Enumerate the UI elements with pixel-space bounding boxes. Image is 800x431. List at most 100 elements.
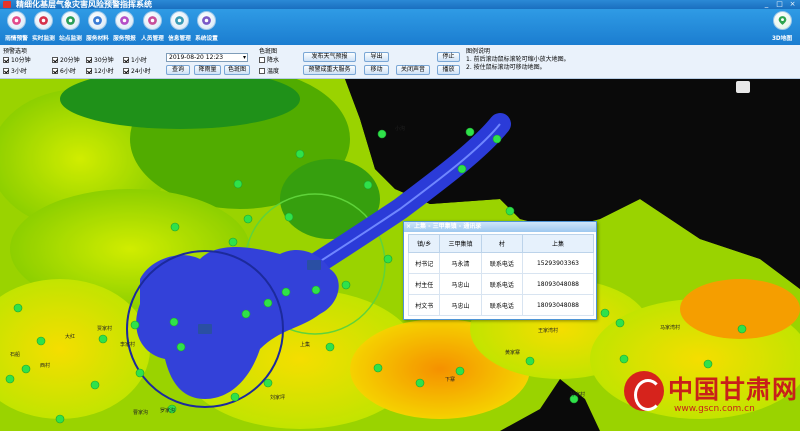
- title-bar: 精细化基层气象灾害风险预警指挥系统 _ □ ×: [0, 0, 800, 9]
- document-icon: [88, 11, 107, 30]
- minimize-button[interactable]: _: [761, 0, 772, 8]
- checkbox-box: [86, 67, 92, 74]
- interval-checkbox[interactable]: 1小时: [123, 55, 147, 64]
- maximize-button[interactable]: □: [774, 0, 785, 8]
- village-point[interactable]: [170, 222, 180, 232]
- map-toggle-button[interactable]: [736, 81, 750, 93]
- interval-checkbox[interactable]: 12小时: [86, 66, 114, 75]
- village-point[interactable]: [230, 392, 240, 402]
- export-button[interactable]: 导出: [364, 52, 389, 62]
- village-point[interactable]: [737, 324, 747, 334]
- village-point[interactable]: [13, 303, 23, 313]
- village-point[interactable]: [228, 237, 238, 247]
- interval-checkbox[interactable]: 20分钟: [52, 55, 80, 64]
- village-point[interactable]: [5, 374, 15, 384]
- village-point[interactable]: [176, 342, 186, 352]
- publish-forecast-button[interactable]: 发布天气预报: [303, 52, 356, 62]
- village-point[interactable]: [619, 354, 629, 364]
- village-point[interactable]: [284, 212, 294, 222]
- village-point[interactable]: [36, 336, 46, 346]
- nav-item-station[interactable]: 站点监测: [57, 11, 84, 44]
- watermark-url: www.gscn.com.cn: [674, 404, 755, 414]
- interval-checkbox[interactable]: 10分钟: [3, 55, 31, 64]
- station-marker[interactable]: [307, 260, 321, 270]
- village-point[interactable]: [383, 254, 393, 264]
- nav-item-rain[interactable]: 雨情预警: [3, 11, 30, 44]
- village-point[interactable]: [281, 287, 291, 297]
- village-point[interactable]: [169, 317, 179, 327]
- forecast-icon: [115, 11, 134, 30]
- nav-item-gear[interactable]: 系统设置: [193, 11, 220, 44]
- village-point[interactable]: [505, 206, 515, 216]
- main-nav: 雨情预警 实时监测 站点监测 服务材料 服务预报 人员管理 信息管理 系统设置 3D地图: [0, 9, 800, 45]
- village-point[interactable]: [325, 342, 335, 352]
- rain-icon: [7, 11, 26, 30]
- village-point[interactable]: [295, 149, 305, 159]
- layer-temp-checkbox[interactable]: 温度: [259, 66, 279, 75]
- town-label: 罗家沟: [160, 408, 176, 414]
- watermark-title: 中国甘肃网: [668, 375, 799, 404]
- village-point[interactable]: [457, 164, 467, 174]
- layer-precip-checkbox[interactable]: 降水: [259, 55, 279, 64]
- village-point[interactable]: [263, 378, 273, 388]
- nav-item-3d-map[interactable]: 3D地图: [767, 11, 797, 44]
- close-window-button[interactable]: ×: [787, 0, 798, 8]
- datetime-input[interactable]: 2019-08-20 12:23 ▾: [166, 53, 248, 62]
- nav-item-people[interactable]: 人员管理: [139, 11, 166, 44]
- nav-item-monitor[interactable]: 实时监测: [30, 11, 57, 44]
- village-point[interactable]: [525, 356, 535, 366]
- village-point[interactable]: [341, 280, 351, 290]
- interval-checkbox[interactable]: 3小时: [3, 66, 27, 75]
- village-point[interactable]: [465, 127, 475, 137]
- station-marker[interactable]: [198, 324, 212, 334]
- village-point[interactable]: [21, 364, 31, 374]
- nav-item-document[interactable]: 服务材料: [84, 11, 111, 44]
- village-point[interactable]: [130, 320, 140, 330]
- village-point[interactable]: [243, 214, 253, 224]
- interval-checkbox[interactable]: 6小时: [52, 66, 76, 75]
- village-point[interactable]: [311, 285, 321, 295]
- nav-item-forecast[interactable]: 服务预报: [111, 11, 138, 44]
- checkbox-box: [52, 67, 58, 74]
- contact-table: 镇/乡 三甲集镇 村 上集 村书记 马永清 联系电话 15293903363 村…: [407, 234, 595, 316]
- monitor-icon: [34, 11, 53, 30]
- village-point[interactable]: [615, 318, 625, 328]
- village-point[interactable]: [241, 309, 251, 319]
- stop-button[interactable]: 停止: [437, 52, 460, 62]
- close-sound-button[interactable]: 关闭声音: [396, 65, 430, 75]
- village-point[interactable]: [55, 414, 65, 424]
- legend-line: 1. 前后滚动鼠标滚轮可缩小放大地图。: [466, 56, 570, 63]
- village-point[interactable]: [363, 180, 373, 190]
- color-map-button[interactable]: 色斑图: [224, 65, 250, 75]
- village-point[interactable]: [135, 368, 145, 378]
- move-button[interactable]: 移动: [364, 65, 389, 75]
- village-point[interactable]: [263, 298, 273, 308]
- town-label: 马家湾村: [660, 325, 681, 331]
- rainfall-button[interactable]: 降雨量: [194, 65, 221, 75]
- town-label: 刘家坪: [270, 395, 286, 401]
- watermark-logo-icon: [624, 371, 664, 411]
- village-point[interactable]: [455, 366, 465, 376]
- station-icon: [61, 11, 80, 30]
- legend: 图例说明 1. 前后滚动鼠标滚轮可缩小放大地图。 2. 按住鼠标滚动可移动地图。: [466, 48, 796, 72]
- town-label: 贾家村: [97, 326, 113, 332]
- town-label: 石船: [10, 352, 21, 358]
- village-point[interactable]: [90, 380, 100, 390]
- interval-checkbox[interactable]: 30分钟: [86, 55, 114, 64]
- village-point[interactable]: [415, 378, 425, 388]
- close-icon[interactable]: ×: [406, 222, 411, 232]
- legend-line: 2. 按住鼠标滚动可移动地图。: [466, 64, 546, 71]
- village-point[interactable]: [233, 179, 243, 189]
- village-point[interactable]: [377, 129, 387, 139]
- major-service-button[interactable]: 预警成重大服务: [303, 65, 356, 75]
- checkbox-box: [52, 56, 58, 63]
- query-button[interactable]: 查询: [166, 65, 190, 75]
- village-point[interactable]: [492, 134, 502, 144]
- calendar-dropdown-icon[interactable]: ▾: [243, 54, 246, 61]
- nav-item-info[interactable]: 信息管理: [166, 11, 193, 44]
- village-point[interactable]: [600, 308, 610, 318]
- play-button[interactable]: 播放: [437, 65, 460, 75]
- interval-checkbox[interactable]: 24小时: [123, 66, 151, 75]
- village-point[interactable]: [373, 363, 383, 373]
- village-point[interactable]: [98, 334, 108, 344]
